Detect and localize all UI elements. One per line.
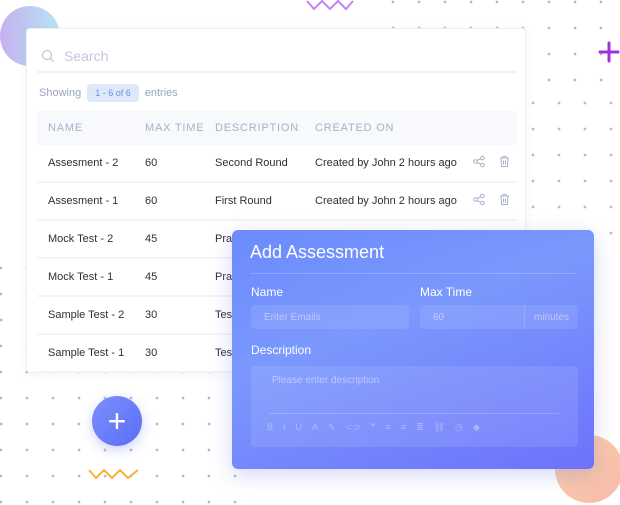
name-placeholder: Enter Emails [264,311,321,323]
entries-summary: Showing 1 - 6 of 6 entries [39,84,178,102]
share-icon[interactable] [473,193,485,209]
cell-max-time: 30 [145,347,158,359]
cell-name: Mock Test - 2 [48,233,114,245]
toolbar-button[interactable]: ◷ [455,422,463,433]
toolbar-button[interactable]: ⊂⊃ [346,422,361,433]
toolbar-button[interactable]: A [312,422,318,433]
editor-divider [269,413,559,414]
add-assessment-button[interactable]: + [92,396,142,446]
header-description[interactable]: DESCRIPTION [215,122,299,134]
cell-description: First Round [215,195,272,207]
modal-title: Add Assessment [250,242,385,262]
toolbar-button[interactable]: B [267,422,273,433]
entries-range-badge: 1 - 6 of 6 [87,84,139,102]
cell-max-time: 45 [145,233,158,245]
name-label: Name [251,285,284,299]
max-time-value: 60 [433,311,445,323]
cell-created: Created by John 2 hours ago [315,195,457,207]
name-input[interactable]: Enter Emails [251,305,409,329]
cell-max-time: 45 [145,271,158,283]
plus-mark-icon [598,41,620,63]
trash-icon[interactable] [499,194,510,209]
cell-name: Assesment - 2 [48,157,119,169]
cell-name: Sample Test - 2 [48,309,125,321]
toolbar-button[interactable]: ◆ [473,422,480,433]
toolbar-button[interactable]: ⛓ [434,422,445,433]
max-time-unit: minutes [524,305,578,329]
zigzag-icon [88,468,139,480]
cell-max-time: 60 [145,157,158,169]
toolbar-button[interactable]: ✎ [328,422,336,433]
dot-pattern [520,90,620,240]
table-row[interactable]: Assesment - 2 60 Second Round Created by Jo… [37,145,517,183]
search-input[interactable]: Search [37,41,517,73]
divider [250,273,577,274]
toolbar-button[interactable]: ≡ [401,422,406,433]
description-placeholder: Please enter description [272,375,380,386]
search-placeholder: Search [64,48,109,64]
cell-name: Mock Test - 1 [48,271,114,283]
max-time-input[interactable]: 60 minutes [420,305,578,329]
share-icon[interactable] [473,155,485,171]
description-label: Description [251,343,312,357]
showing-label: Showing [39,87,82,99]
header-name[interactable]: NAME [48,122,83,134]
description-editor[interactable]: Please enter description B I U A ✎ ⊂⊃ ❞ ≡ ≡ ≣ ⛓ ◷ ◆ [251,366,578,447]
cell-description: Tes [215,347,233,359]
cell-max-time: 30 [145,309,158,321]
toolbar-button[interactable]: ≣ [416,422,424,433]
header-max-time[interactable]: MAX TIME [145,122,204,134]
cell-name: Sample Test - 1 [48,347,125,359]
cell-description: Tes [215,309,233,321]
toolbar-button[interactable]: U [296,422,303,433]
add-assessment-modal: Add Assessment Name Enter Emails Max Tim… [232,230,594,469]
entries-label: entries [144,87,178,99]
cell-max-time: 60 [145,195,158,207]
table-header: NAME MAX TIME DESCRIPTION CREATED ON [37,111,517,145]
toolbar-button[interactable]: ≡ [386,422,391,433]
cell-description: Second Round [215,157,288,169]
cell-created: Created by John 2 hours ago [315,157,457,169]
toolbar-button[interactable]: ❞ [371,422,376,433]
zigzag-icon [306,0,354,11]
header-created-on[interactable]: CREATED ON [315,122,394,134]
trash-icon[interactable] [499,156,510,171]
table-row[interactable]: Assesment - 1 60 First Round Created by Joh… [37,183,517,221]
toolbar-button[interactable]: I [283,422,286,433]
search-icon [41,49,54,62]
cell-name: Assesment - 1 [48,195,119,207]
max-time-label: Max Time [420,285,473,299]
